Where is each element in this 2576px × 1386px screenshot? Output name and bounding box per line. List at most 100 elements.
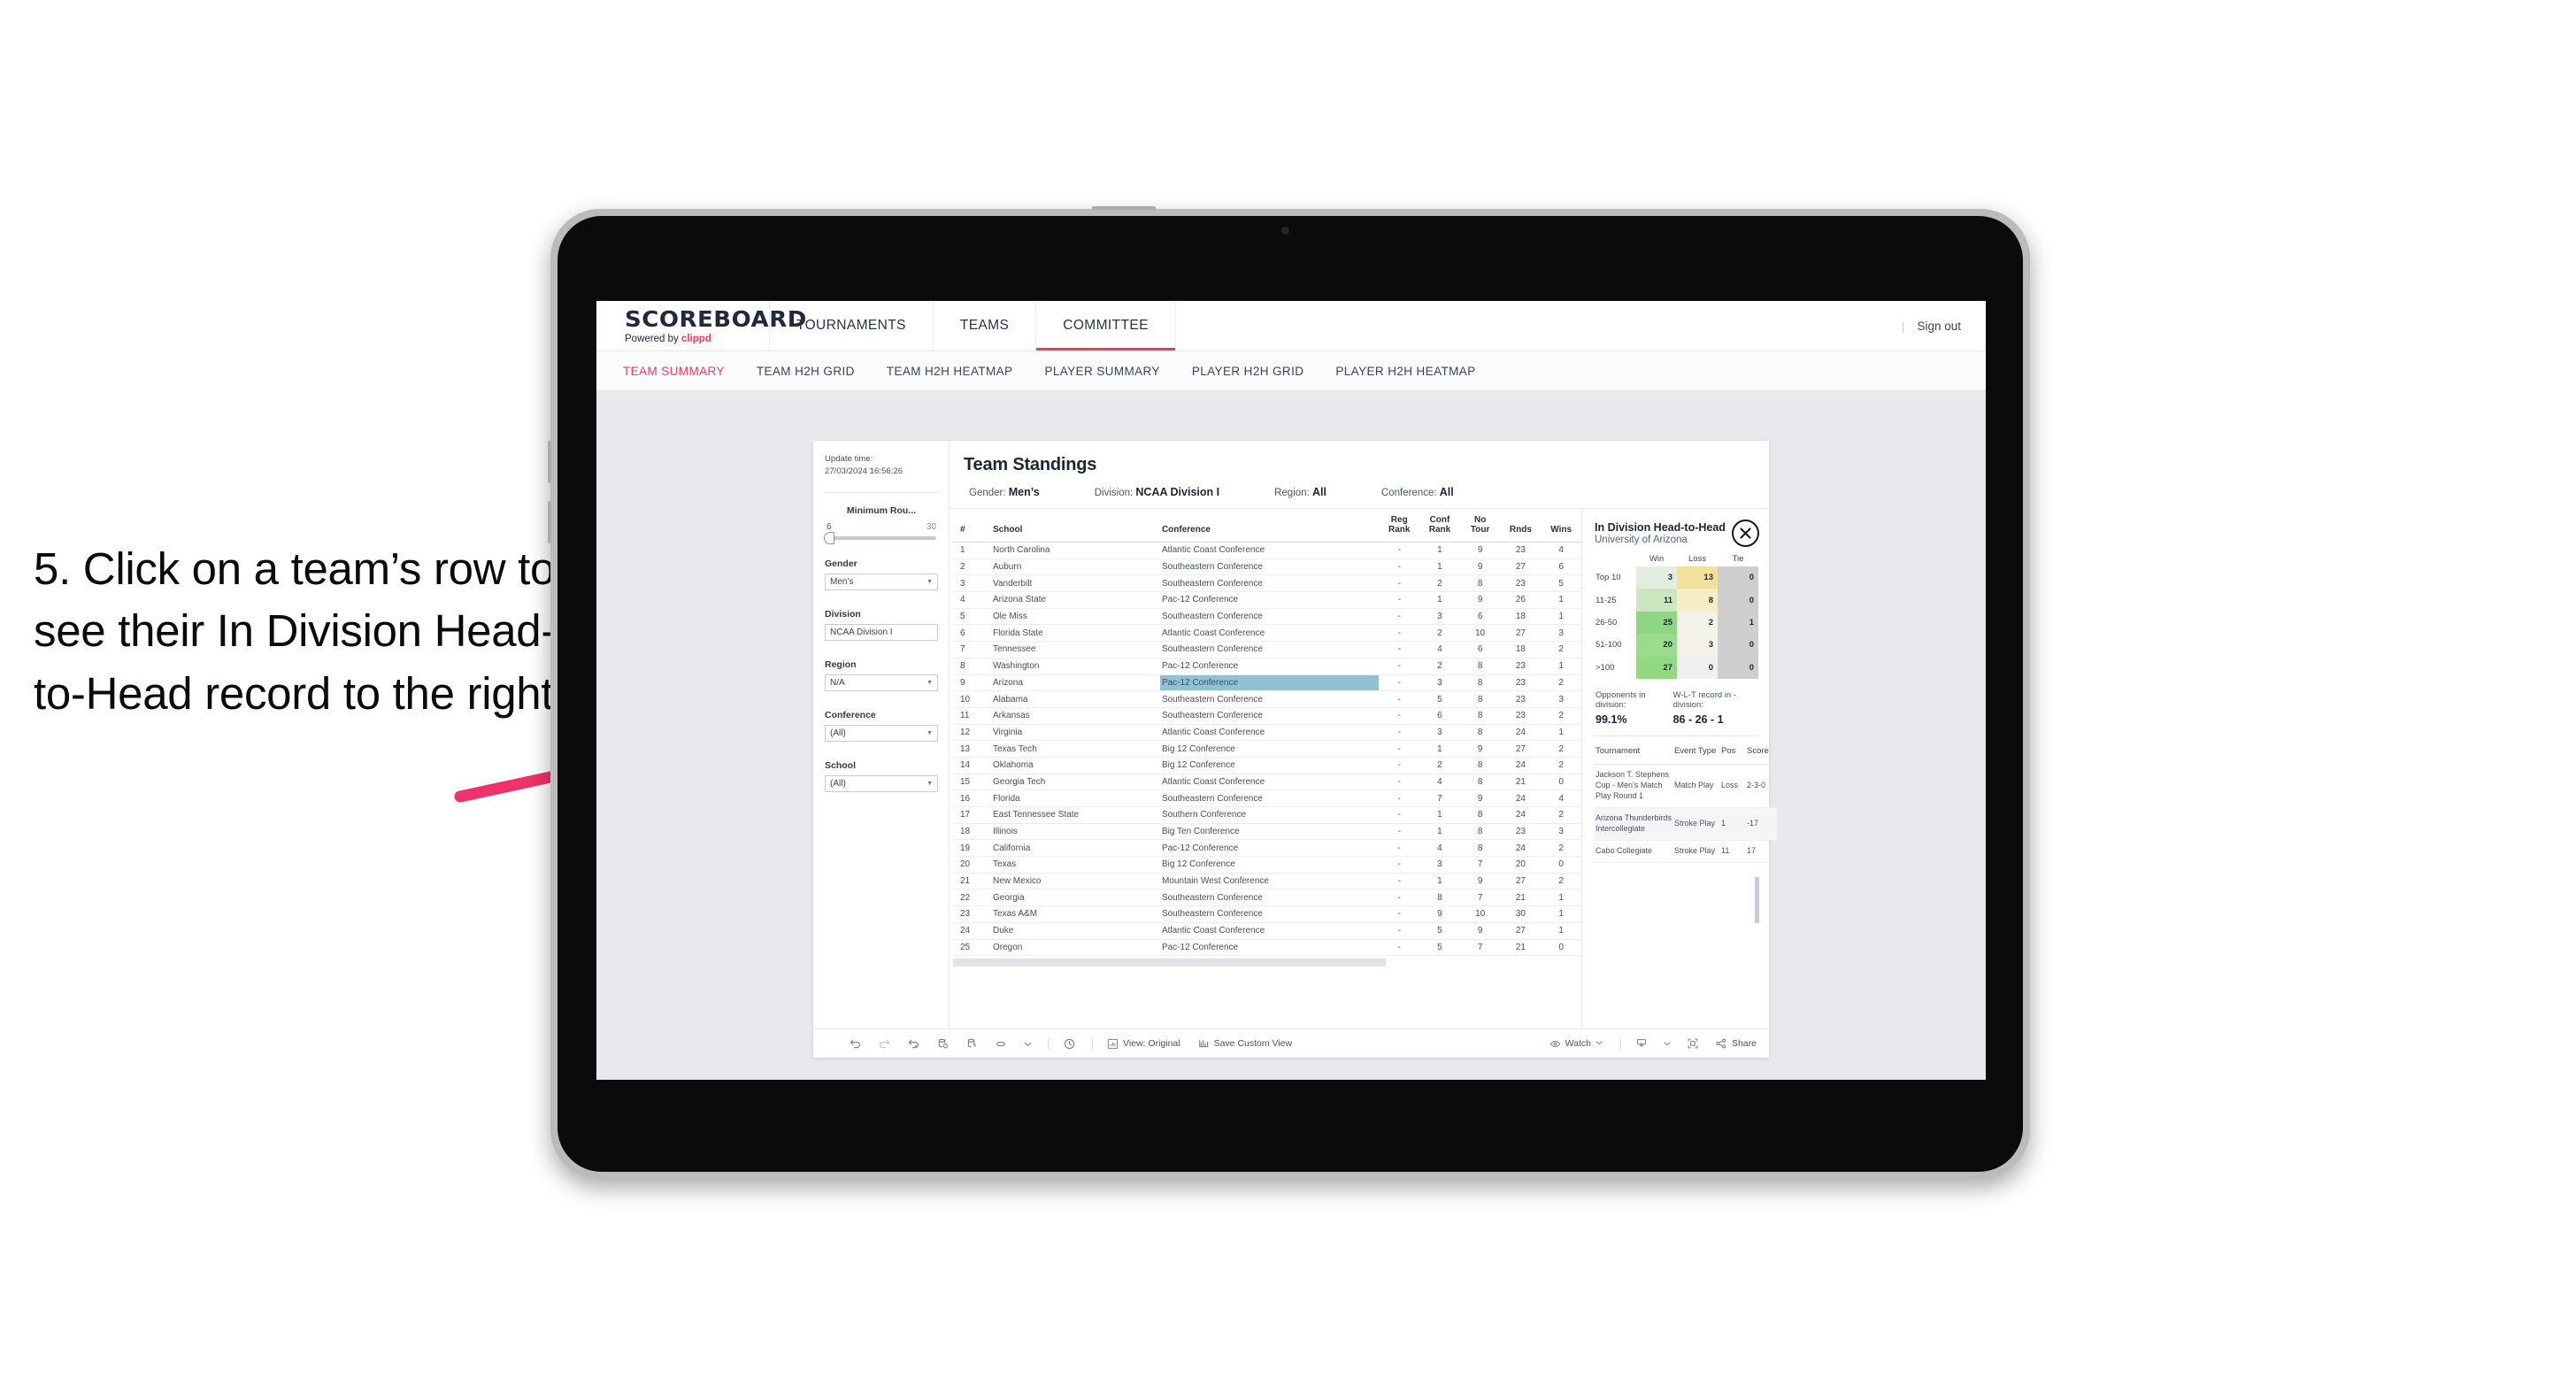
highlight-icon[interactable] bbox=[995, 1037, 1008, 1051]
table-cell[interactable]: 7 bbox=[1459, 856, 1501, 874]
table-row[interactable]: 4 Arizona State Pac-12 Conference -1 9 26 1 bbox=[953, 591, 1581, 609]
h2h-value-cell[interactable]: 1 bbox=[1718, 611, 1758, 635]
refresh-data-icon[interactable] bbox=[936, 1037, 950, 1051]
filter-division-select[interactable]: NCAA Division I bbox=[825, 623, 938, 641]
table-row[interactable]: 6 Florida State Atlantic Coast Conference -… bbox=[953, 624, 1581, 643]
table-cell[interactable]: 9 bbox=[1459, 591, 1501, 609]
table-cell[interactable]: Big Ten Conference bbox=[1159, 823, 1380, 841]
table-cell[interactable]: Atlantic Coast Conference bbox=[1159, 724, 1380, 742]
table-cell[interactable]: 1 bbox=[1541, 905, 1581, 923]
filter-gender-select[interactable]: Men’s ▼ bbox=[825, 573, 938, 590]
table-cell[interactable]: - bbox=[1379, 690, 1420, 708]
table-cell[interactable]: Pac-12 Conference bbox=[1159, 939, 1380, 957]
table-cell[interactable]: 6 bbox=[1459, 608, 1501, 626]
h2h-value-cell[interactable]: 20 bbox=[1636, 634, 1677, 657]
table-cell[interactable]: 2 bbox=[1541, 740, 1581, 758]
h2h-value-cell[interactable]: 11 bbox=[1636, 589, 1677, 612]
table-cell[interactable]: 5 bbox=[1419, 939, 1460, 957]
table-cell[interactable]: 8 bbox=[1459, 690, 1501, 708]
table-cell[interactable]: 27 bbox=[1500, 740, 1542, 758]
table-cell[interactable]: 30 bbox=[1500, 905, 1542, 923]
undo-icon[interactable] bbox=[849, 1037, 862, 1051]
table-cell[interactable]: - bbox=[1379, 939, 1420, 957]
table-cell[interactable]: 10 bbox=[953, 690, 992, 708]
table-cell[interactable]: Pac-12 Conference bbox=[1159, 839, 1380, 858]
nav-committee[interactable]: COMMITTEE bbox=[1036, 301, 1176, 350]
table-cell[interactable]: 2 bbox=[1541, 873, 1581, 890]
table-row[interactable]: 9 Arizona Pac-12 Conference -3 8 23 2 bbox=[953, 674, 1581, 692]
table-cell[interactable]: 1 bbox=[1541, 889, 1581, 907]
pause-data-icon[interactable] bbox=[965, 1037, 979, 1051]
table-cell[interactable]: 2 bbox=[1541, 674, 1581, 692]
filter-region-select[interactable]: N/A ▼ bbox=[825, 674, 938, 691]
table-cell[interactable]: 5 bbox=[1419, 922, 1460, 940]
tab-player-summary[interactable]: PLAYER SUMMARY bbox=[1044, 365, 1159, 378]
table-cell[interactable]: - bbox=[1379, 757, 1420, 774]
table-cell[interactable]: 2 bbox=[1419, 574, 1460, 593]
slider-track[interactable] bbox=[824, 531, 936, 544]
table-cell[interactable]: 6 bbox=[1541, 558, 1581, 576]
table-cell[interactable]: - bbox=[1379, 856, 1420, 874]
table-cell[interactable]: 27 bbox=[1500, 873, 1542, 890]
table-cell[interactable]: 3 bbox=[1541, 624, 1581, 643]
table-cell[interactable]: 1 bbox=[1419, 823, 1460, 841]
table-cell[interactable]: 10 bbox=[1459, 905, 1501, 923]
download-icon[interactable] bbox=[1635, 1037, 1648, 1050]
table-cell[interactable]: 0 bbox=[1541, 856, 1581, 874]
table-cell[interactable]: 21 bbox=[953, 873, 992, 890]
table-cell[interactable]: - bbox=[1379, 789, 1420, 807]
table-row[interactable]: 10 Alabama Southeastern Conference -5 8 23 3 bbox=[953, 690, 1581, 708]
table-row[interactable]: 22 Georgia Southeastern Conference -8 7 21 1 bbox=[953, 889, 1581, 907]
table-row[interactable]: 14 Oklahoma Big 12 Conference -2 8 24 2 bbox=[953, 757, 1581, 774]
table-cell[interactable]: 7 bbox=[953, 641, 992, 658]
standings-col-header[interactable]: No Tour bbox=[1459, 509, 1501, 543]
tab-team-summary[interactable]: TEAM SUMMARY bbox=[623, 365, 725, 378]
table-cell[interactable]: 8 bbox=[1459, 823, 1501, 841]
table-cell[interactable]: 8 bbox=[1419, 889, 1460, 907]
table-cell[interactable]: 24 bbox=[1500, 724, 1542, 742]
table-cell[interactable]: 5 bbox=[1541, 574, 1581, 593]
table-cell[interactable]: 1 bbox=[1541, 608, 1581, 626]
table-cell[interactable]: - bbox=[1379, 905, 1420, 923]
h2h-value-cell[interactable]: 3 bbox=[1677, 634, 1718, 657]
table-cell[interactable]: Auburn bbox=[991, 558, 1160, 576]
table-cell[interactable]: Southeastern Conference bbox=[1159, 905, 1380, 923]
table-cell[interactable]: 8 bbox=[1459, 574, 1501, 593]
table-cell[interactable]: 8 bbox=[1459, 806, 1501, 824]
table-cell[interactable]: Washington bbox=[991, 658, 1160, 675]
table-cell[interactable]: 3 bbox=[1541, 690, 1581, 708]
table-cell[interactable]: 19 bbox=[953, 839, 992, 858]
table-cell[interactable]: 1 bbox=[1419, 873, 1460, 890]
table-cell[interactable]: 7 bbox=[1419, 789, 1460, 807]
table-cell[interactable]: 2 bbox=[1541, 641, 1581, 658]
table-cell[interactable]: 27 bbox=[1500, 922, 1542, 940]
table-cell[interactable]: Southeastern Conference bbox=[1159, 574, 1380, 593]
table-cell[interactable]: 7 bbox=[1459, 889, 1501, 907]
table-cell[interactable]: - bbox=[1379, 823, 1420, 841]
table-cell[interactable]: Southeastern Conference bbox=[1159, 707, 1380, 725]
table-cell[interactable]: 2 bbox=[1541, 707, 1581, 725]
table-cell[interactable]: 3 bbox=[953, 574, 992, 593]
table-cell[interactable]: - bbox=[1379, 922, 1420, 940]
pause-auto-update-icon[interactable] bbox=[1063, 1037, 1076, 1051]
table-cell[interactable]: 2 bbox=[1541, 757, 1581, 774]
h2h-value-cell[interactable]: 8 bbox=[1677, 589, 1718, 612]
filter-school-select[interactable]: (All) ▼ bbox=[825, 774, 938, 792]
table-cell[interactable]: - bbox=[1379, 889, 1420, 907]
table-cell[interactable]: 25 bbox=[953, 939, 992, 957]
table-cell[interactable]: 9 bbox=[1459, 789, 1501, 807]
table-cell[interactable]: 4 bbox=[1541, 789, 1581, 807]
tournament-row[interactable]: Cabo Collegiate Stroke Play 11 17 bbox=[1595, 840, 1777, 863]
table-cell[interactable]: 11 bbox=[953, 707, 992, 725]
h2h-value-cell[interactable]: 0 bbox=[1677, 656, 1718, 679]
standings-col-header[interactable]: # bbox=[953, 509, 992, 543]
table-cell[interactable]: Illinois bbox=[991, 823, 1160, 841]
standings-col-header[interactable]: Rnds bbox=[1500, 509, 1542, 543]
h2h-value-cell[interactable]: 25 bbox=[1636, 611, 1677, 635]
table-cell[interactable]: Southern Conference bbox=[1159, 806, 1380, 824]
tournament-col-header[interactable]: Tournament bbox=[1595, 737, 1673, 765]
table-row[interactable]: 24 Duke Atlantic Coast Conference -5 9 27 1 bbox=[953, 922, 1581, 940]
table-row[interactable]: 23 Texas A&M Southeastern Conference -9 10 30… bbox=[953, 905, 1581, 923]
table-cell[interactable]: 23 bbox=[1500, 542, 1542, 559]
h2h-value-cell[interactable]: 13 bbox=[1677, 566, 1718, 589]
